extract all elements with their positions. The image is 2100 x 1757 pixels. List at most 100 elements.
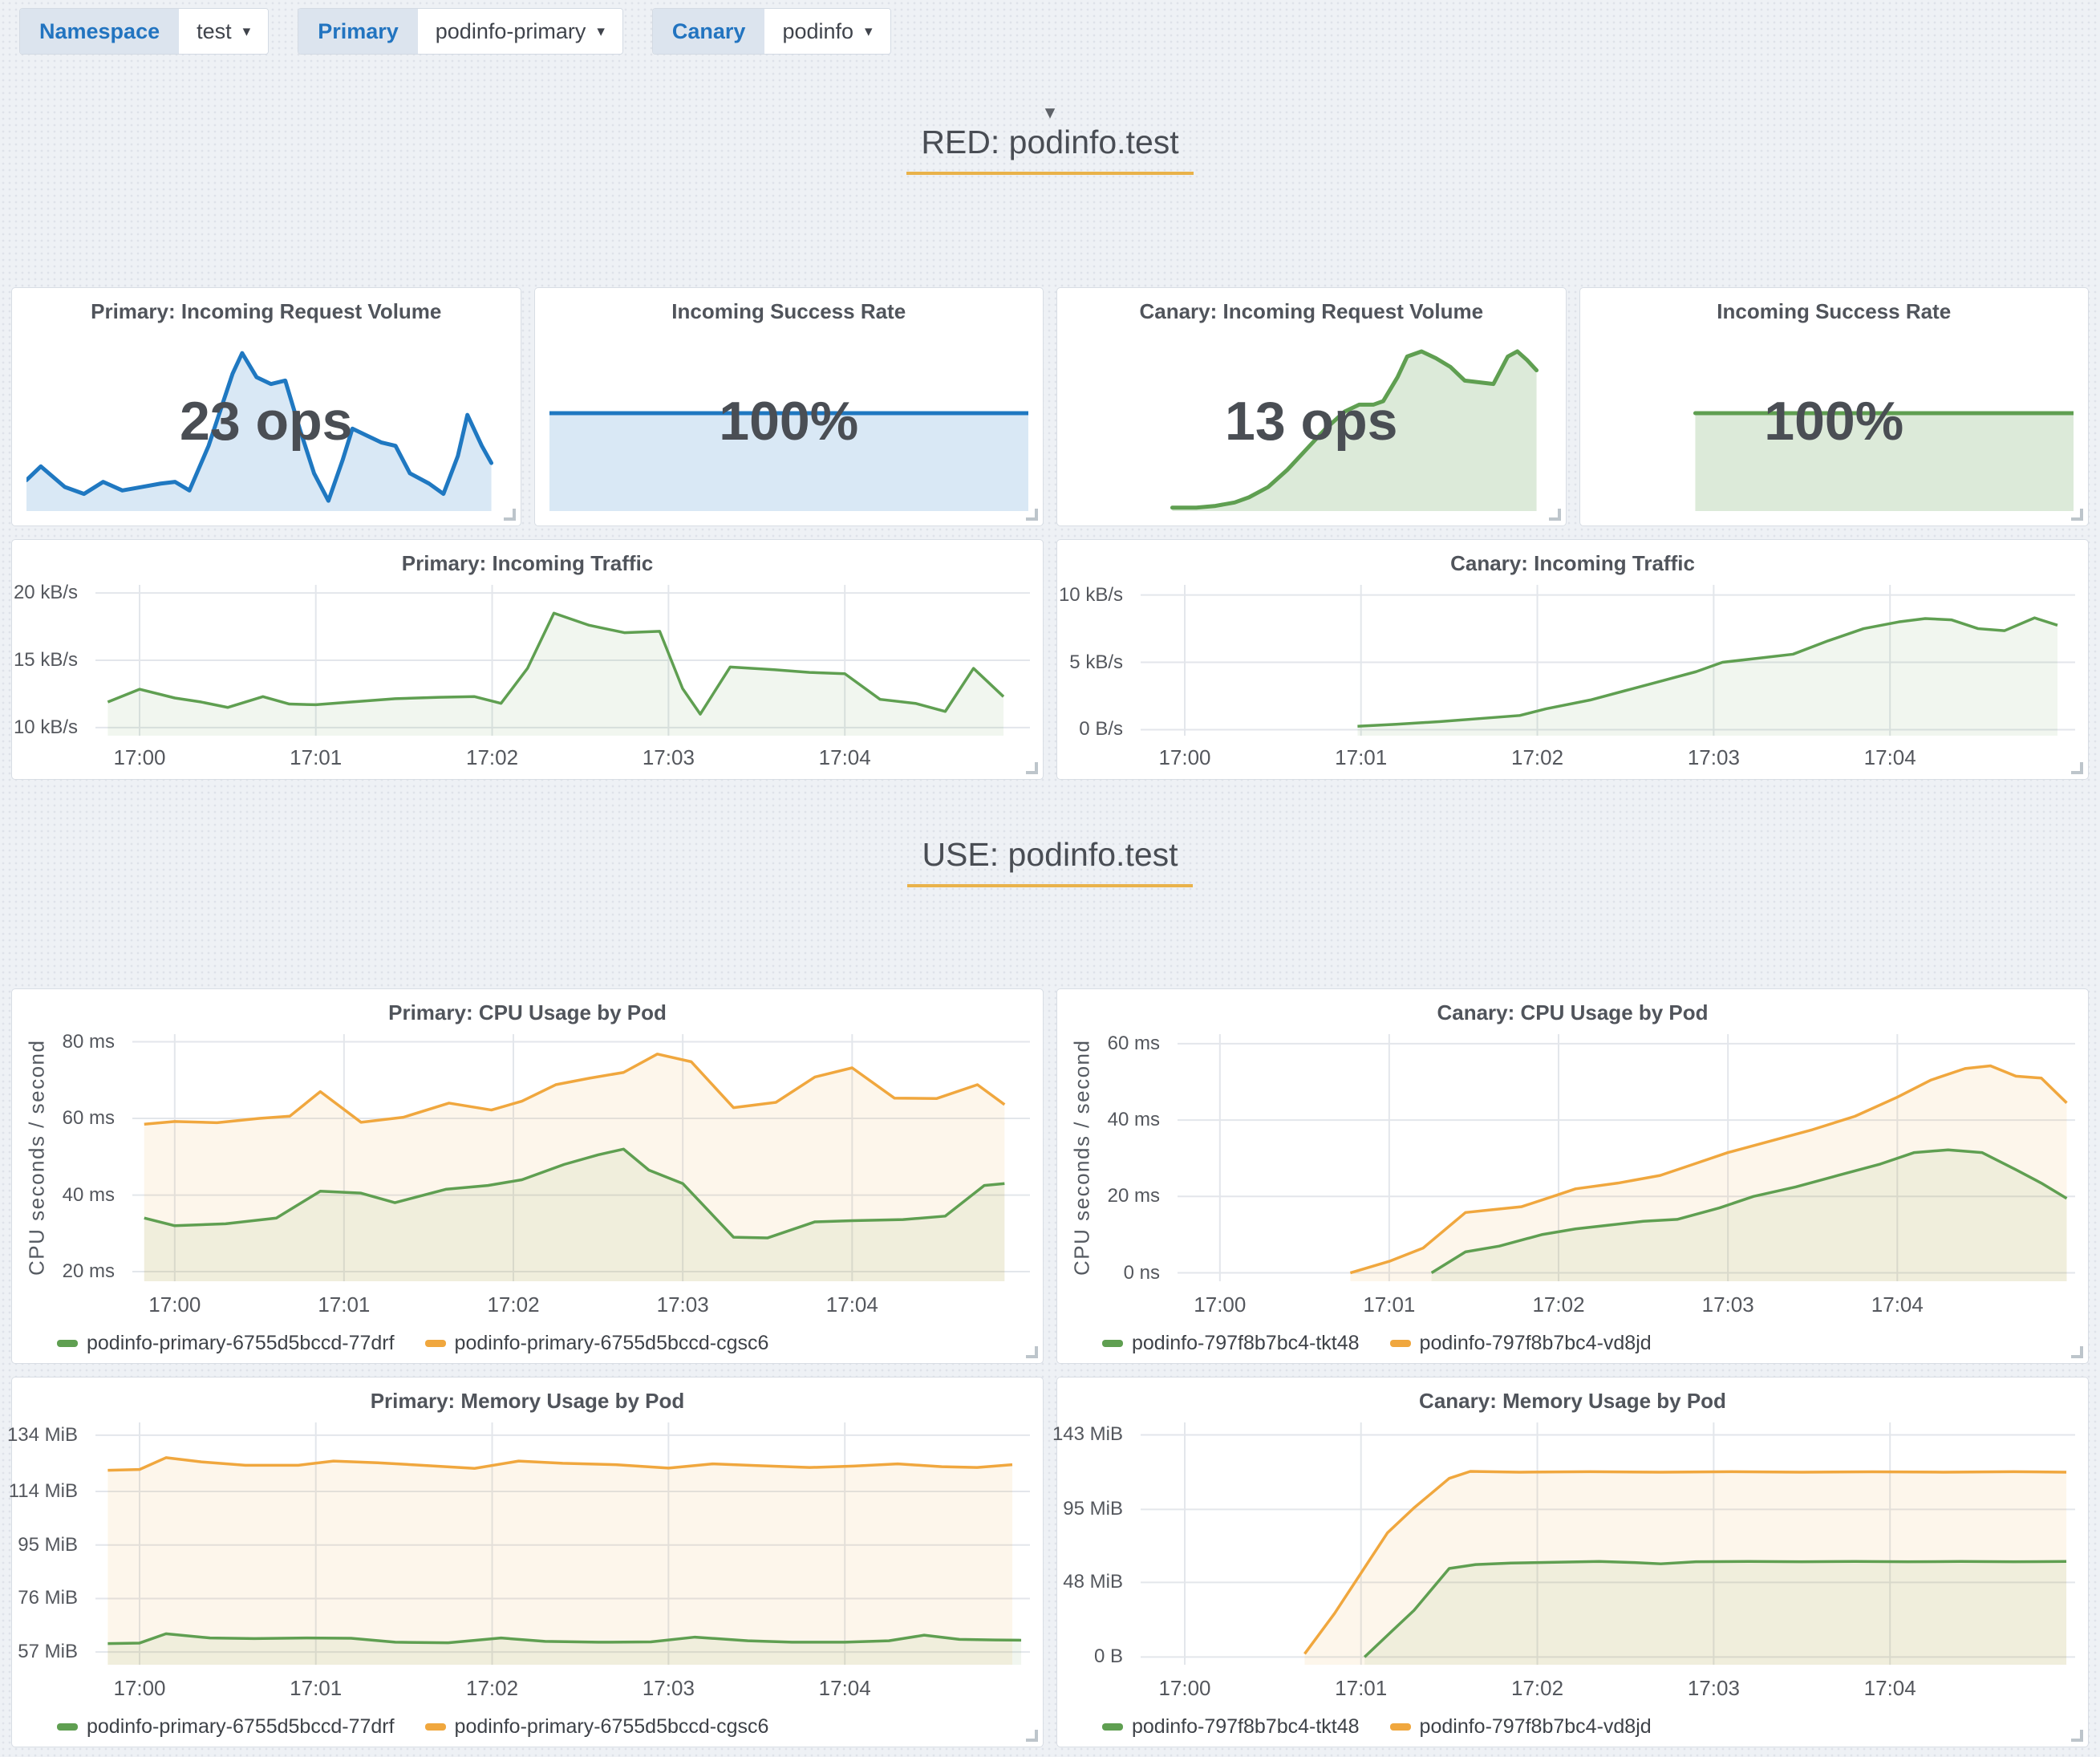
series-color-dash-icon	[57, 1340, 78, 1347]
canary-memory-usage-legend: podinfo-797f8b7bc4-tkt48 podinfo-797f8b7b…	[1102, 1715, 1652, 1739]
section-title-use-text: USE: podinfo.test	[907, 836, 1192, 887]
x-tick-label: 17:01	[290, 1676, 342, 1701]
primary-success-rate-value: 100%	[535, 390, 1044, 452]
primary-cpu-usage-title[interactable]: Primary: CPU Usage by Pod	[12, 1000, 1043, 1025]
primary-memory-usage-legend: podinfo-primary-6755d5bccd-77drf podinfo-…	[57, 1715, 768, 1739]
series-color-dash-icon	[425, 1340, 446, 1347]
panel-resize-handle-icon[interactable]	[2071, 762, 2083, 774]
primary-memory-usage-title[interactable]: Primary: Memory Usage by Pod	[12, 1389, 1043, 1414]
y-tick-label: 95 MiB	[1063, 1498, 1123, 1520]
panel-resize-handle-icon[interactable]	[1549, 509, 1561, 521]
legend-item[interactable]: podinfo-primary-6755d5bccd-77drf	[57, 1332, 395, 1355]
canary-incoming-traffic-y-axis: 0 B/s5 kB/s10 kB/s	[1057, 585, 1131, 736]
primary-success-rate-panel: Incoming Success Rate 100%	[534, 287, 1044, 526]
canary-memory-usage-panel: Canary: Memory Usage by Pod0 B48 MiB95 M…	[1056, 1377, 2089, 1747]
series-color-dash-icon	[1102, 1723, 1123, 1731]
canary-cpu-usage-legend: podinfo-797f8b7bc4-tkt48 podinfo-797f8b7b…	[1102, 1332, 1652, 1355]
y-tick-label: 0 B	[1094, 1645, 1123, 1668]
series-color-dash-icon	[1102, 1340, 1123, 1347]
primary-request-volume-panel: Primary: Incoming Request Volume23 ops	[11, 287, 521, 526]
x-tick-label: 17:04	[1871, 1292, 1924, 1317]
panel-resize-handle-icon[interactable]	[504, 509, 516, 521]
x-tick-label: 17:03	[1688, 1676, 1740, 1701]
canary-memory-usage-title[interactable]: Canary: Memory Usage by Pod	[1057, 1389, 2088, 1414]
x-tick-label: 17:00	[113, 1676, 165, 1701]
chevron-down-icon: ▾	[865, 24, 873, 39]
legend-item[interactable]: podinfo-primary-6755d5bccd-cgsc6	[425, 1715, 769, 1739]
y-axis-title: CPU seconds / second	[1065, 1034, 1099, 1281]
section-title-red[interactable]: RED: podinfo.test	[0, 124, 2100, 175]
primary-cpu-usage-plot[interactable]	[132, 1034, 1030, 1281]
x-tick-label: 17:04	[826, 1292, 878, 1317]
x-tick-label: 17:02	[1511, 1676, 1563, 1701]
legend-series-name: podinfo-primary-6755d5bccd-cgsc6	[455, 1715, 769, 1739]
canary-request-volume-title[interactable]: Canary: Incoming Request Volume	[1057, 299, 1566, 324]
y-tick-label: 80 ms	[63, 1031, 115, 1053]
primary-memory-usage-plot[interactable]	[95, 1422, 1030, 1665]
legend-item[interactable]: podinfo-797f8b7bc4-vd8jd	[1390, 1332, 1652, 1355]
x-tick-label: 17:01	[1363, 1292, 1415, 1317]
y-tick-label: 60 ms	[1108, 1033, 1160, 1055]
variable-namespace-value: test	[197, 19, 232, 44]
legend-item[interactable]: podinfo-797f8b7bc4-tkt48	[1102, 1715, 1360, 1739]
y-tick-label: 0 ns	[1124, 1262, 1160, 1284]
panel-resize-handle-icon[interactable]	[1026, 762, 1038, 774]
variable-canary-value: podinfo	[782, 19, 853, 44]
y-tick-label: 40 ms	[63, 1184, 115, 1207]
legend-series-name: podinfo-primary-6755d5bccd-77drf	[87, 1332, 395, 1355]
x-tick-label: 17:01	[1335, 1676, 1387, 1701]
legend-item[interactable]: podinfo-797f8b7bc4-tkt48	[1102, 1332, 1360, 1355]
y-tick-label: 114 MiB	[9, 1480, 78, 1503]
section-collapse-caret-icon[interactable]: ▾	[0, 103, 2100, 123]
primary-memory-usage-panel: Primary: Memory Usage by Pod57 MiB76 MiB…	[11, 1377, 1044, 1747]
primary-incoming-traffic-title[interactable]: Primary: Incoming Traffic	[12, 551, 1043, 576]
x-tick-label: 17:04	[819, 1676, 871, 1701]
variable-primary-select[interactable]: podinfo-primary ▾	[418, 9, 622, 54]
legend-series-name: podinfo-primary-6755d5bccd-cgsc6	[455, 1332, 769, 1355]
variable-canary-select[interactable]: podinfo ▾	[764, 9, 890, 54]
legend-item[interactable]: podinfo-797f8b7bc4-vd8jd	[1390, 1715, 1652, 1739]
primary-incoming-traffic-plot[interactable]	[95, 585, 1030, 736]
x-tick-label: 17:04	[819, 745, 871, 770]
canary-cpu-usage-x-axis: 17:0017:0117:0217:0317:04	[1178, 1289, 2075, 1317]
y-tick-label: 15 kB/s	[14, 649, 78, 672]
canary-incoming-traffic-plot[interactable]	[1141, 585, 2075, 736]
y-tick-label: 95 MiB	[18, 1534, 78, 1556]
canary-incoming-traffic-title[interactable]: Canary: Incoming Traffic	[1057, 551, 2088, 576]
legend-item[interactable]: podinfo-primary-6755d5bccd-cgsc6	[425, 1332, 769, 1355]
x-tick-label: 17:04	[1864, 745, 1916, 770]
primary-success-rate-title[interactable]: Incoming Success Rate	[535, 299, 1044, 324]
y-tick-label: 5 kB/s	[1069, 651, 1123, 674]
y-tick-label: 40 ms	[1108, 1109, 1160, 1131]
variable-namespace-select[interactable]: test ▾	[179, 9, 268, 54]
canary-success-rate-panel: Incoming Success Rate 100%	[1579, 287, 2090, 526]
section-title-red-text: RED: podinfo.test	[906, 124, 1193, 175]
panel-resize-handle-icon[interactable]	[1026, 1730, 1038, 1742]
legend-series-name: podinfo-primary-6755d5bccd-77drf	[87, 1715, 395, 1739]
panel-resize-handle-icon[interactable]	[2071, 1730, 2083, 1742]
panel-resize-handle-icon[interactable]	[1026, 1346, 1038, 1358]
panel-resize-handle-icon[interactable]	[2071, 1346, 2083, 1358]
primary-request-volume-title[interactable]: Primary: Incoming Request Volume	[12, 299, 521, 324]
section-title-use[interactable]: USE: podinfo.test	[0, 836, 2100, 887]
variable-namespace: Namespace test ▾	[19, 8, 269, 55]
canary-cpu-usage-plot[interactable]	[1178, 1034, 2075, 1281]
y-tick-label: 10 kB/s	[14, 716, 78, 739]
panel-resize-handle-icon[interactable]	[1026, 509, 1038, 521]
panel-resize-handle-icon[interactable]	[2071, 509, 2083, 521]
canary-memory-usage-plot[interactable]	[1141, 1422, 2075, 1665]
canary-incoming-traffic-panel: Canary: Incoming Traffic 0 B/s5 kB/s10 kB…	[1056, 539, 2089, 780]
x-tick-label: 17:00	[1158, 1676, 1210, 1701]
canary-success-rate-value: 100%	[1580, 390, 2089, 452]
variable-primary-value: podinfo-primary	[436, 19, 586, 44]
canary-cpu-usage-title[interactable]: Canary: CPU Usage by Pod	[1057, 1000, 2088, 1025]
legend-series-name: podinfo-797f8b7bc4-vd8jd	[1420, 1332, 1652, 1355]
primary-incoming-traffic-panel: Primary: Incoming Traffic10 kB/s15 kB/s2…	[11, 539, 1044, 780]
legend-item[interactable]: podinfo-primary-6755d5bccd-77drf	[57, 1715, 395, 1739]
canary-success-rate-title[interactable]: Incoming Success Rate	[1580, 299, 2089, 324]
x-tick-label: 17:01	[1335, 745, 1387, 770]
series-color-dash-icon	[1390, 1723, 1411, 1731]
canary-incoming-traffic-x-axis: 17:0017:0117:0217:0317:04	[1141, 742, 2075, 769]
series-color-dash-icon	[1390, 1340, 1411, 1347]
primary-incoming-traffic-y-axis: 10 kB/s15 kB/s20 kB/s	[12, 585, 86, 736]
